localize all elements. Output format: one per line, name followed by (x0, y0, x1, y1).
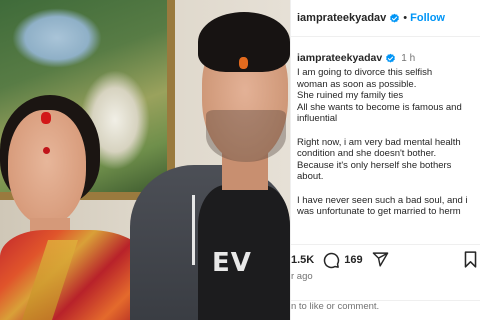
caption-line: woman as soon as possible. (297, 78, 417, 90)
post-time: 1 h (401, 52, 416, 64)
caption-line: I am going to divorce this selfish (297, 67, 433, 78)
woman-face (8, 110, 86, 225)
caption-line: I have never seen such a bad soul, and i (297, 194, 468, 206)
tshirt-print: EV (212, 248, 252, 278)
post-age: r ago (291, 271, 313, 282)
like-count[interactable]: 1.5K (291, 254, 314, 266)
woman-saree (0, 230, 150, 320)
comment-count[interactable]: 169 (344, 254, 362, 266)
paper-plane-icon[interactable] (372, 251, 389, 268)
header-username[interactable]: iamprateekyadav (297, 12, 386, 24)
post-caption: iamprateekyadav 1 h I am going to divorc… (291, 36, 480, 236)
verified-badge-icon (390, 13, 400, 22)
caption-line: Right now, i am very bad mental health (297, 136, 461, 148)
hoodie-drawcord (192, 195, 195, 265)
woman-sindoor (41, 112, 51, 124)
caption-username[interactable]: iamprateekyadav (297, 52, 382, 64)
bookmark-icon[interactable] (464, 251, 477, 268)
man-beard (206, 110, 286, 162)
follow-button[interactable]: Follow (410, 12, 445, 24)
post-actions: 1.5K 169 (291, 244, 480, 270)
caption-line: Because it's only herself she bothers (297, 159, 452, 171)
caption-line: All she wants to become is famous and (297, 101, 462, 113)
man-tilak (239, 57, 248, 69)
caption-blank-line (297, 125, 475, 137)
caption-line: condition and she doesn't bother. (297, 148, 437, 160)
caption-line: influential (297, 113, 338, 125)
caption-line: about. (297, 171, 324, 183)
post-side-panel: iamprateekyadav • Follow iamprateekyadav… (290, 0, 480, 320)
comment-bubble-icon[interactable] (322, 251, 340, 269)
post-photo: EV (0, 0, 290, 320)
verified-badge-icon (386, 53, 396, 62)
caption-header: iamprateekyadav 1 h (297, 51, 475, 65)
login-prompt[interactable]: n to like or comment. (291, 300, 480, 312)
caption-text: I am going to divorce this selfish woman … (297, 67, 475, 218)
caption-blank-line (297, 183, 475, 195)
post-header: iamprateekyadav • Follow (291, 0, 480, 36)
caption-line: was unfortunate to get married to herm (297, 206, 461, 218)
caption-line: She ruined my family ties (297, 90, 404, 102)
woman-bindi (43, 147, 50, 154)
header-separator: • (403, 12, 408, 24)
